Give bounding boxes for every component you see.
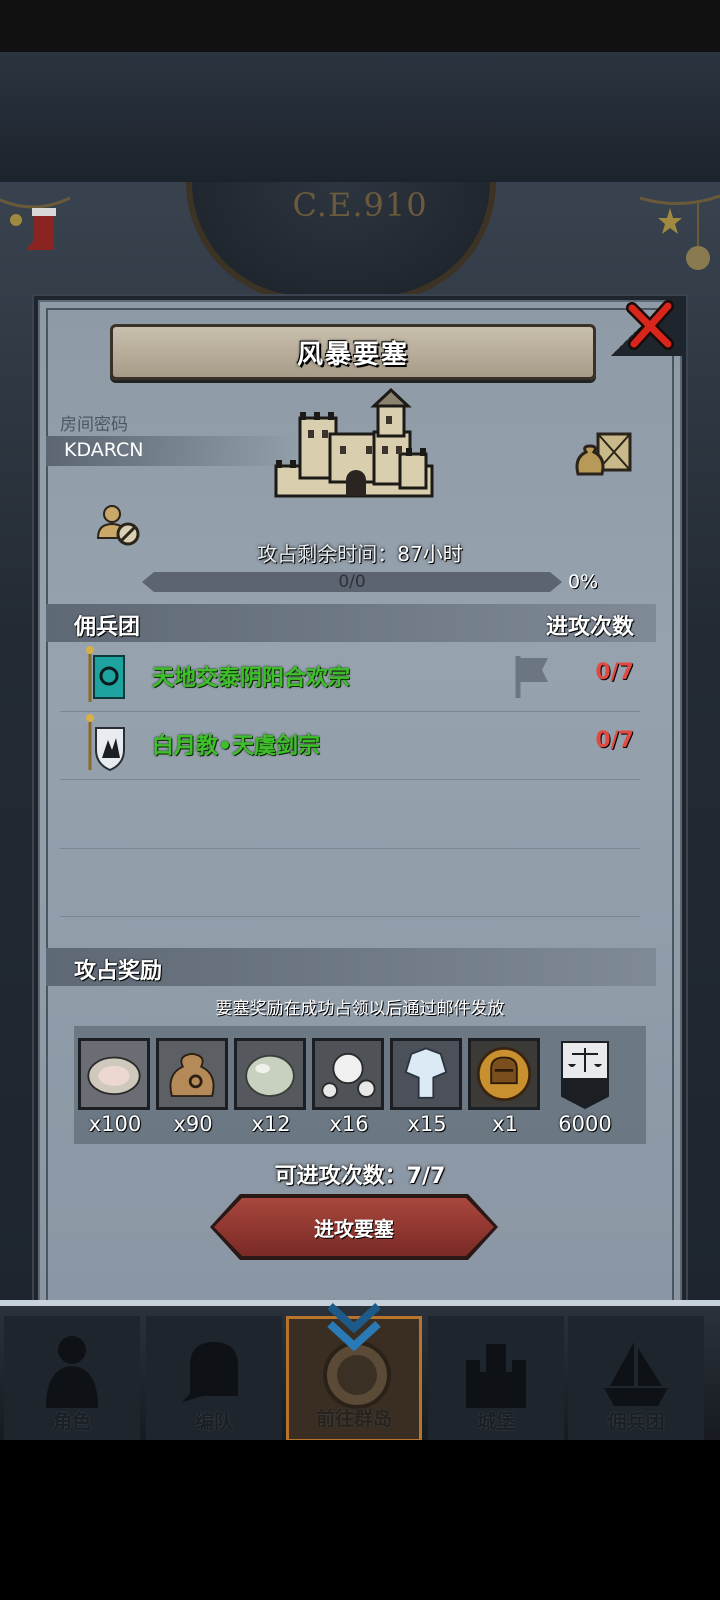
loot-bag-crate-icon[interactable] <box>572 430 634 478</box>
occupy-progress-percent: 0% <box>568 571 599 593</box>
nav-label: 城堡 <box>476 1411 515 1433</box>
fortress-icon <box>274 388 434 498</box>
mercenary-header: 佣兵团 进攻次数 <box>46 604 656 642</box>
empty-row-divider <box>60 848 640 849</box>
occupy-timer-label: 攻占剩余时间： <box>257 542 398 566</box>
reward-item[interactable] <box>312 1038 384 1110</box>
guild-shield-icon <box>86 714 125 772</box>
pouch-icon <box>159 1041 225 1107</box>
helmet-icon <box>182 1342 238 1402</box>
reward-quantity: x100 <box>88 1112 142 1136</box>
justice-banner-icon <box>561 1041 609 1110</box>
reward-item[interactable] <box>156 1038 228 1110</box>
nav-tab-mercenary[interactable]: 佣兵团 <box>568 1316 704 1442</box>
guild-name: 白月教•天虞剑宗 <box>152 734 321 759</box>
occupy-timer-hours: 87 <box>397 542 423 566</box>
reward-item[interactable] <box>554 1038 616 1110</box>
attack-fortress-label: 进攻要塞 <box>314 1216 394 1241</box>
background-top <box>0 52 720 182</box>
room-code-value: KDARCN <box>64 439 144 461</box>
pearl-icon <box>315 1041 381 1107</box>
reward-quantity: x16 <box>329 1112 369 1136</box>
attack-fortress-button[interactable]: 进攻要塞 <box>214 1198 494 1256</box>
room-code-label: 房间密码 <box>60 415 128 435</box>
guild-attack-count: 0/7 <box>595 660 634 685</box>
title-banner: 风暴要塞 <box>110 324 596 380</box>
reward-quantity: x90 <box>173 1112 213 1136</box>
nav-tab-castle[interactable]: 城堡 <box>428 1316 564 1442</box>
nav-label: 编队 <box>194 1411 233 1433</box>
guild-name: 天地交泰阴阳合欢宗 <box>152 666 351 691</box>
nav-tab-formation[interactable]: 编队 <box>146 1316 282 1442</box>
screen: C.E.910 风暴要塞 房间密码 KDARCN 攻占剩余时间：87小时 0/0… <box>0 0 720 1600</box>
guild-row[interactable]: 白月教•天虞剑宗 0/7 <box>60 712 640 780</box>
reward-quantity: 6000 <box>558 1112 612 1136</box>
oyster-icon <box>81 1041 147 1107</box>
reward-item[interactable] <box>390 1038 462 1110</box>
guild-row[interactable]: 天地交泰阴阳合欢宗 0/7 <box>60 644 640 712</box>
occupy-timer-unit: 小时 <box>422 542 463 566</box>
attacks-remaining: 可进攻次数：7/7 <box>274 1164 446 1189</box>
stone-icon <box>237 1041 303 1107</box>
reward-item[interactable] <box>234 1038 306 1110</box>
ship-icon <box>604 1342 668 1406</box>
empty-row-divider <box>60 916 640 917</box>
guild-attack-count: 0/7 <box>595 728 634 753</box>
rewards-header-label: 攻占奖励 <box>74 959 163 984</box>
nav-label: 佣兵团 <box>607 1411 665 1433</box>
close-icon[interactable] <box>626 300 676 350</box>
dialog-title: 风暴要塞 <box>296 339 409 370</box>
reward-quantity: x12 <box>251 1112 291 1136</box>
christmas-stocking-icon <box>0 196 70 250</box>
chevron-down-icon <box>327 1303 381 1352</box>
guild-banner-icon <box>86 646 125 702</box>
mercenary-header-label: 佣兵团 <box>74 615 141 640</box>
reward-quantity: x15 <box>407 1112 447 1136</box>
attack-count-header: 进攻次数 <box>545 615 634 640</box>
reward-item[interactable] <box>78 1038 150 1110</box>
reward-item[interactable] <box>468 1038 540 1110</box>
castle-icon <box>466 1344 526 1408</box>
flag-icon <box>515 656 548 698</box>
reward-quantity: x1 <box>492 1112 518 1136</box>
knight-icon <box>46 1336 98 1408</box>
helmet-coin-icon <box>471 1041 537 1107</box>
era-label: C.E.910 <box>292 186 428 224</box>
nav-label: 角色 <box>52 1411 91 1433</box>
nav-label: 前往群岛 <box>315 1408 392 1430</box>
rewards-header: 攻占奖励 <box>46 948 656 986</box>
occupy-timer: 攻占剩余时间：87小时 <box>0 538 720 567</box>
ornament-icon <box>640 194 720 270</box>
occupy-progress-text: 0/0 <box>338 572 366 592</box>
reward-note: 要塞奖励在成功占领以后通过邮件发放 <box>215 999 505 1019</box>
crystal-icon <box>393 1041 459 1107</box>
nav-tab-character[interactable]: 角色 <box>4 1316 140 1442</box>
